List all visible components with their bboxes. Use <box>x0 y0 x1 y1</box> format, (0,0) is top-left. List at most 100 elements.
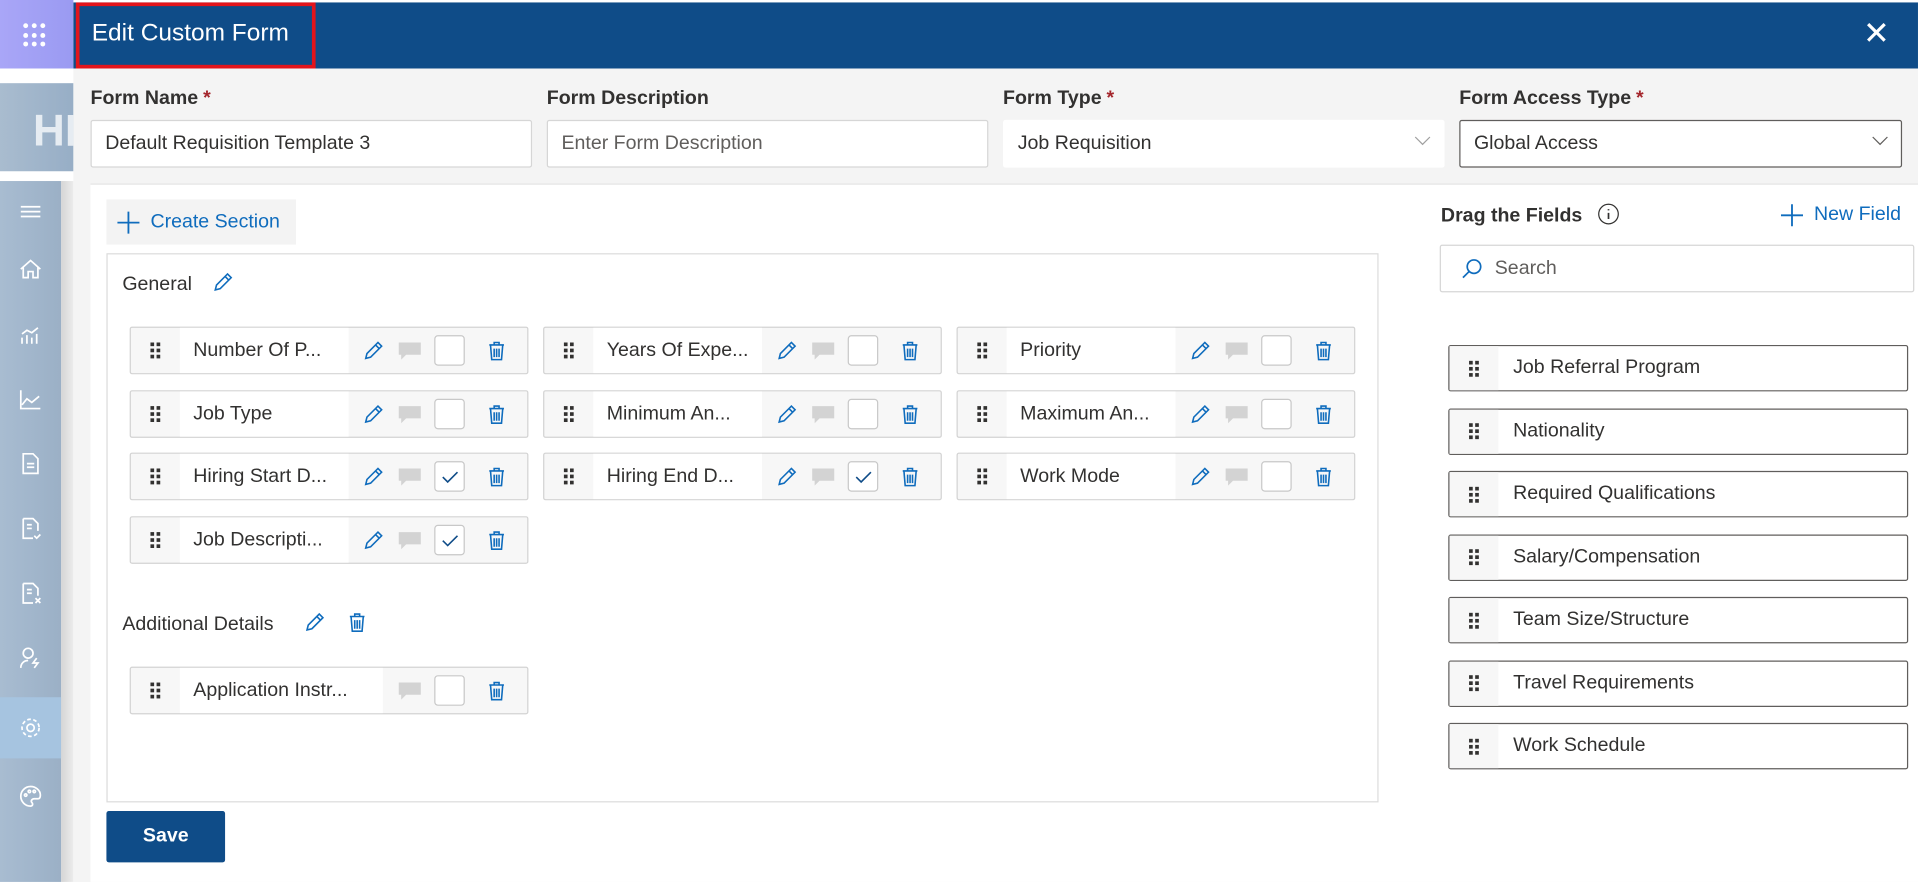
available-field-item[interactable]: Team Size/Structure <box>1448 596 1909 644</box>
required-checkbox[interactable] <box>434 398 465 429</box>
required-checkbox[interactable] <box>434 524 465 555</box>
edit-field-icon[interactable] <box>1189 403 1211 431</box>
user-flash-icon[interactable] <box>0 628 61 689</box>
document-remove-icon[interactable] <box>0 563 61 624</box>
form-field-row[interactable]: Years Of Expe... <box>543 326 942 375</box>
delete-field-icon[interactable] <box>486 340 508 368</box>
edit-field-icon[interactable] <box>1189 466 1211 494</box>
edit-field-icon[interactable] <box>362 529 384 557</box>
comment-icon[interactable] <box>398 680 422 708</box>
form-field-row[interactable]: Work Mode <box>956 452 1356 501</box>
drag-handle-icon[interactable] <box>1449 598 1499 643</box>
menu-icon[interactable] <box>0 181 61 242</box>
form-field-row[interactable]: Priority <box>956 326 1356 375</box>
comment-icon[interactable] <box>811 403 835 431</box>
required-checkbox[interactable] <box>434 335 465 366</box>
delete-field-icon[interactable] <box>899 466 921 494</box>
comment-icon[interactable] <box>1224 403 1248 431</box>
close-icon[interactable]: ✕ <box>1862 17 1891 49</box>
palette-icon[interactable] <box>0 766 61 827</box>
analytics-icon[interactable] <box>0 303 61 364</box>
app-launcher[interactable] <box>0 0 74 69</box>
edit-field-icon[interactable] <box>362 403 384 431</box>
form-name-input[interactable]: Default Requisition Template 3 <box>90 119 533 168</box>
available-field-item[interactable]: Nationality <box>1448 407 1909 455</box>
trend-icon[interactable] <box>0 368 61 429</box>
drag-handle-icon[interactable] <box>1449 409 1499 454</box>
drag-handle-icon[interactable] <box>1449 661 1499 706</box>
drag-handle-icon[interactable] <box>131 454 180 499</box>
available-field-item[interactable]: Job Referral Program <box>1448 344 1909 392</box>
create-section-button[interactable]: Create Section <box>106 199 297 245</box>
document-check-icon[interactable] <box>0 498 61 559</box>
required-checkbox[interactable] <box>847 461 879 492</box>
edit-field-icon[interactable] <box>362 466 384 494</box>
document-icon[interactable] <box>0 433 61 494</box>
drag-handle-icon[interactable] <box>131 391 180 436</box>
drag-handle-icon[interactable] <box>1449 724 1499 769</box>
form-field-row[interactable]: Hiring Start D... <box>129 452 529 501</box>
required-checkbox[interactable] <box>1261 398 1292 429</box>
drag-handle-icon[interactable] <box>544 328 593 373</box>
comment-icon[interactable] <box>811 466 835 494</box>
drag-handle-icon[interactable] <box>131 668 180 713</box>
new-field-button[interactable]: New Field <box>1780 203 1901 227</box>
delete-field-icon[interactable] <box>899 403 921 431</box>
available-field-item[interactable]: Required Qualifications <box>1448 470 1909 518</box>
required-checkbox[interactable] <box>1261 461 1292 492</box>
available-field-item[interactable]: Travel Requirements <box>1448 659 1909 707</box>
delete-field-icon[interactable] <box>486 680 508 708</box>
drag-handle-icon[interactable] <box>1449 535 1499 580</box>
form-access-type-dropdown[interactable]: Global Access <box>1459 119 1903 168</box>
delete-field-icon[interactable] <box>1312 340 1334 368</box>
edit-field-icon[interactable] <box>1189 340 1211 368</box>
comment-icon[interactable] <box>398 403 422 431</box>
delete-section-icon[interactable] <box>346 612 368 640</box>
comment-icon[interactable] <box>398 529 422 557</box>
form-field-row[interactable]: Job Type <box>129 389 529 438</box>
delete-field-icon[interactable] <box>486 529 508 557</box>
delete-field-icon[interactable] <box>899 340 921 368</box>
comment-icon[interactable] <box>1224 340 1248 368</box>
comment-icon[interactable] <box>398 340 422 368</box>
drag-handle-icon[interactable] <box>1449 346 1499 391</box>
delete-field-icon[interactable] <box>486 403 508 431</box>
edit-field-icon[interactable] <box>776 340 798 368</box>
edit-field-icon[interactable] <box>362 340 384 368</box>
drag-handle-icon[interactable] <box>958 328 1007 373</box>
required-checkbox[interactable] <box>434 461 465 492</box>
drag-handle-icon[interactable] <box>131 517 180 562</box>
required-checkbox[interactable] <box>847 398 879 429</box>
available-field-item[interactable]: Work Schedule <box>1448 722 1909 770</box>
required-checkbox[interactable] <box>1261 335 1292 366</box>
home-icon[interactable] <box>0 239 61 300</box>
form-field-row[interactable]: Job Descripti... <box>129 515 529 564</box>
drag-handle-icon[interactable] <box>958 391 1007 436</box>
info-icon[interactable] <box>1598 203 1620 225</box>
settings-icon[interactable] <box>0 697 62 759</box>
required-checkbox[interactable] <box>434 675 465 706</box>
delete-field-icon[interactable] <box>486 466 508 494</box>
comment-icon[interactable] <box>811 340 835 368</box>
form-field-row[interactable]: Number Of P... <box>129 326 529 375</box>
edit-section-icon[interactable] <box>212 272 234 300</box>
form-field-row[interactable]: Application Instr... <box>129 666 529 715</box>
edit-section-icon[interactable] <box>303 612 325 640</box>
edit-field-icon[interactable] <box>776 403 798 431</box>
drag-handle-icon[interactable] <box>958 454 1007 499</box>
comment-icon[interactable] <box>398 466 422 494</box>
available-field-item[interactable]: Salary/Compensation <box>1448 533 1909 581</box>
edit-field-icon[interactable] <box>776 466 798 494</box>
drag-handle-icon[interactable] <box>544 391 593 436</box>
drag-handle-icon[interactable] <box>131 328 180 373</box>
drag-handle-icon[interactable] <box>544 454 593 499</box>
form-field-row[interactable]: Hiring End D... <box>543 452 942 501</box>
drag-handle-icon[interactable] <box>1449 472 1499 517</box>
form-type-dropdown[interactable]: Job Requisition <box>1003 119 1445 168</box>
save-button[interactable]: Save <box>106 810 226 863</box>
delete-field-icon[interactable] <box>1312 466 1334 494</box>
form-field-row[interactable]: Minimum An... <box>543 389 942 438</box>
form-description-input[interactable]: Enter Form Description <box>546 119 989 168</box>
field-search-input[interactable]: Search <box>1439 244 1915 293</box>
delete-field-icon[interactable] <box>1312 403 1334 431</box>
